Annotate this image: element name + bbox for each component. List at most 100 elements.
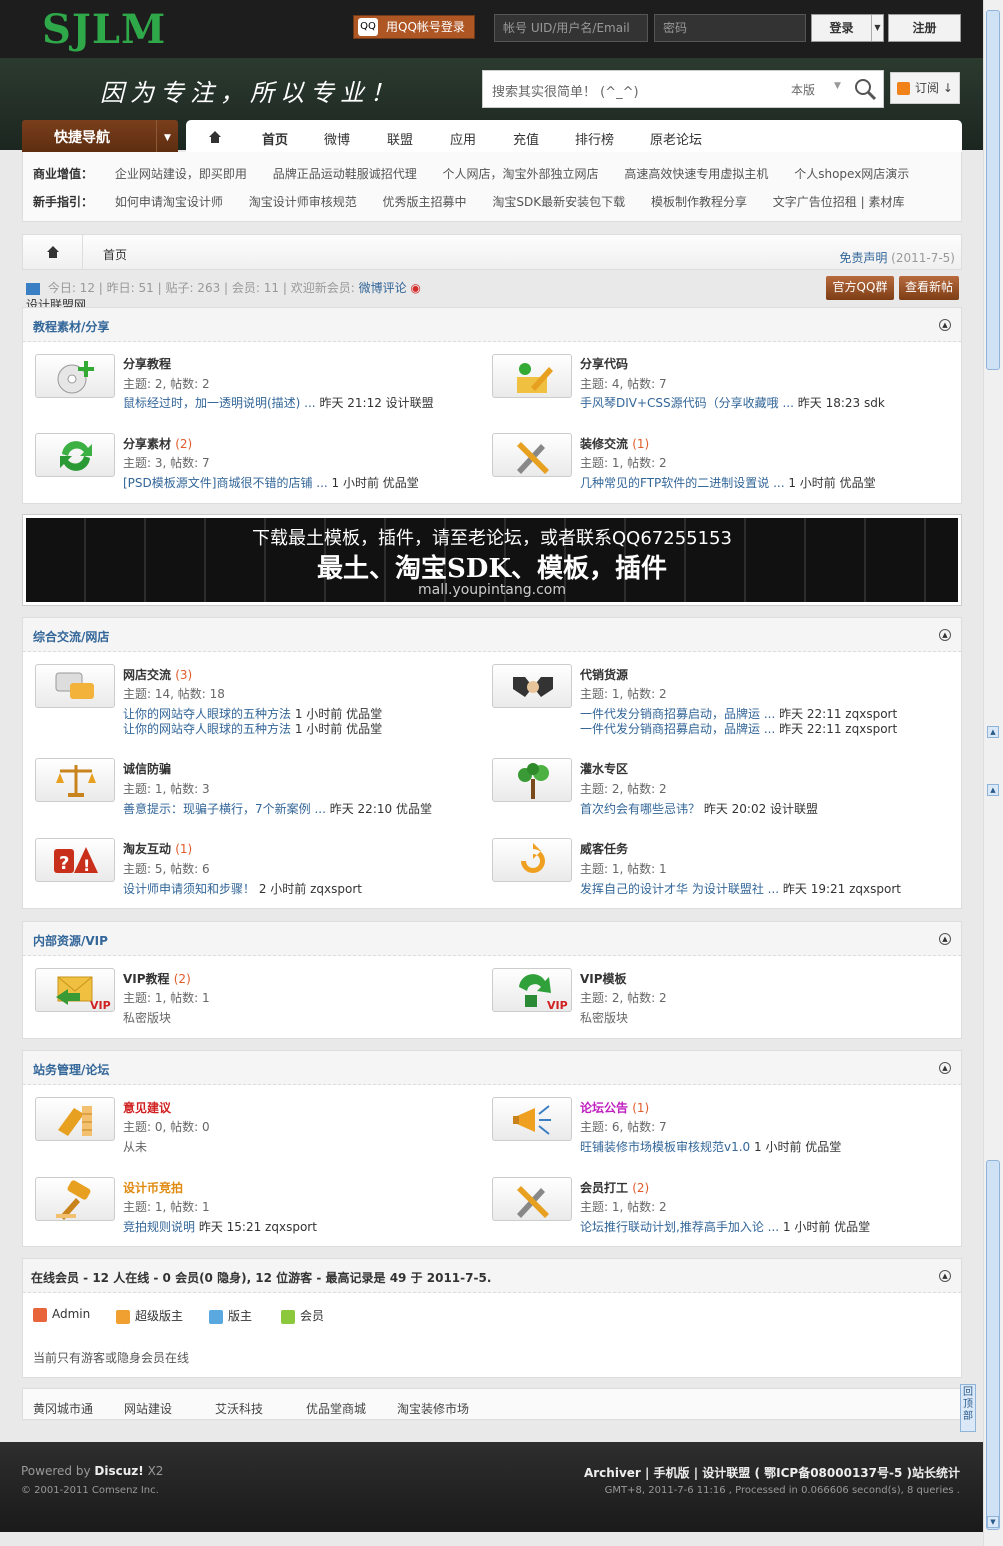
forum-name[interactable]: VIP模板: [580, 970, 627, 987]
search-input[interactable]: 搜索其实很简单！ (^_^): [492, 81, 639, 100]
forum-last-post[interactable]: 旺铺装修市场模板审核规范v1.0 1 小时前 优品堂: [580, 1138, 841, 1155]
new-member-link[interactable]: 微博评论: [359, 281, 407, 295]
subnav-link[interactable]: 企业网站建设，即买即用: [115, 167, 247, 181]
scroll-down-arrow[interactable]: ▼: [987, 1516, 999, 1528]
chevron-down-icon[interactable]: ▼: [871, 15, 883, 41]
forum-icon-tools[interactable]: [492, 1177, 572, 1221]
forum-icon-tree[interactable]: [492, 758, 572, 802]
scrollbar-thumb[interactable]: [986, 10, 1000, 370]
password-input[interactable]: 密码: [654, 14, 806, 42]
forum-last-post[interactable]: 让你的网站夺人眼球的五种方法 1 小时前 优品堂: [123, 720, 382, 737]
forum-icon-cycle[interactable]: [492, 838, 572, 882]
forum-name[interactable]: 分享素材 (2): [123, 435, 192, 452]
forum-icon-suggestion[interactable]: [35, 1097, 115, 1141]
collapse-icon[interactable]: ▲: [939, 1270, 951, 1282]
username-input[interactable]: 帐号 UID/用户名/Email: [494, 14, 648, 42]
nav-item-home[interactable]: 首页: [262, 129, 288, 148]
collapse-icon[interactable]: ▲: [939, 629, 951, 641]
forum-name[interactable]: 会员打工 (2): [580, 1179, 649, 1196]
subnav-link[interactable]: 个人网店，淘宝外部独立网店: [443, 167, 599, 181]
forum-icon-gavel[interactable]: [35, 1177, 115, 1221]
forum-name[interactable]: 淘友互动 (1): [123, 840, 192, 857]
friend-link[interactable]: 淘宝装修市场: [397, 1400, 469, 1417]
scroll-up-arrow[interactable]: ▲: [987, 726, 999, 738]
forum-name[interactable]: 论坛公告 (1): [580, 1099, 649, 1116]
forum-icon-megaphone[interactable]: [492, 1097, 572, 1141]
subnav-link[interactable]: 文字广告位招租 | 素材库: [773, 195, 905, 209]
forum-icon-vip-arrow[interactable]: VIP: [492, 968, 572, 1012]
scrollbar[interactable]: ▲ ▲ ▼: [983, 0, 1003, 1546]
forum-last-post[interactable]: 手风琴DIV+CSS源代码（分享收藏哦 ... 昨天 18:23 sdk: [580, 394, 885, 411]
forum-last-post[interactable]: 几种常见的FTP软件的二进制设置说 ... 1 小时前 优品堂: [580, 474, 876, 491]
forum-last-post[interactable]: 竞拍规则说明 昨天 15:21 zqxsport: [123, 1218, 317, 1235]
forum-name[interactable]: 分享教程: [123, 355, 171, 372]
rss-button[interactable]: 订阅 ↓: [890, 72, 960, 104]
chevron-down-icon[interactable]: ▼: [156, 120, 178, 156]
forum-name[interactable]: 网店交流 (3): [123, 666, 192, 683]
forum-icon-cd[interactable]: [35, 354, 115, 398]
nav-item-old-forum[interactable]: 原老论坛: [650, 129, 702, 148]
forum-name[interactable]: VIP教程 (2): [123, 970, 191, 987]
collapse-icon[interactable]: ▲: [939, 933, 951, 945]
subnav-link[interactable]: 淘宝设计师审核规范: [249, 195, 357, 209]
nav-item-recharge[interactable]: 充值: [513, 129, 539, 148]
forum-last-post[interactable]: 一件代发分销商招募启动，品牌运 ... 昨天 22:11 zqxsport: [580, 720, 897, 737]
nav-item-weibo[interactable]: 微博: [324, 129, 350, 148]
section-title[interactable]: 综合交流/网店: [33, 628, 109, 645]
home-icon[interactable]: [208, 130, 222, 144]
site-logo[interactable]: SJLM: [42, 6, 166, 53]
discuz-link[interactable]: Discuz!: [94, 1464, 143, 1478]
breadcrumb-current[interactable]: 首页: [103, 246, 127, 263]
section-title[interactable]: 教程素材/分享: [33, 318, 109, 335]
scrollbar-thumb[interactable]: [986, 1160, 1000, 1530]
forum-last-post[interactable]: 论坛推行联动计划,推荐高手加入论 ... 1 小时前 优品堂: [580, 1218, 870, 1235]
ad-banner[interactable]: 下载最土模板，插件，请至老论坛，或者联系QQ67255153 最土、淘宝SDK、…: [22, 514, 962, 606]
forum-last-post[interactable]: 设计师申请须知和步骤！ 2 小时前 zqxsport: [123, 880, 362, 897]
forum-icon-vip-mail[interactable]: VIP: [35, 968, 115, 1012]
subnav-link[interactable]: 个人shopex网店演示: [794, 167, 909, 181]
forum-icon-chat[interactable]: [35, 664, 115, 708]
subnav-link[interactable]: 品牌正品运动鞋服诚招代理: [273, 167, 417, 181]
forum-icon-scale[interactable]: [35, 758, 115, 802]
forum-name[interactable]: 灌水专区: [580, 760, 628, 777]
qq-login-button[interactable]: QQ 用QQ帐号登录: [353, 15, 475, 39]
friend-link[interactable]: 艾沃科技: [215, 1400, 263, 1417]
friend-link[interactable]: 优品堂商城: [306, 1400, 366, 1417]
breadcrumb-home[interactable]: [23, 235, 83, 269]
section-title[interactable]: 内部资源/VIP: [33, 932, 108, 949]
forum-name[interactable]: 威客任务: [580, 840, 628, 857]
forum-last-post[interactable]: [PSD模板源文件]商城很不错的店铺 ... 1 小时前 优品堂: [123, 474, 419, 491]
forum-icon-tools[interactable]: [492, 433, 572, 477]
forum-last-post[interactable]: 善意提示：现骗子横行，7个新案例 ... 昨天 22:10 优品堂: [123, 800, 432, 817]
forum-name[interactable]: 装修交流 (1): [580, 435, 649, 452]
qq-group-button[interactable]: 官方QQ群: [826, 276, 894, 300]
new-posts-button[interactable]: 查看新帖: [899, 276, 959, 300]
subnav-link[interactable]: 淘宝SDK最新安装包下载: [492, 195, 625, 209]
search-scope[interactable]: 本版: [791, 81, 815, 98]
back-to-top-button[interactable]: 回顶部: [960, 1384, 976, 1432]
search-icon[interactable]: [852, 76, 878, 102]
friend-link[interactable]: 黄冈城市通: [33, 1400, 93, 1417]
friend-link[interactable]: 网站建设: [124, 1400, 172, 1417]
forum-last-post[interactable]: 首次约会有哪些忌讳？ 昨天 20:02 设计联盟: [580, 800, 818, 817]
forum-name[interactable]: 诚信防骗: [123, 760, 171, 777]
forum-icon-alert[interactable]: ?!: [35, 838, 115, 882]
forum-icon-code[interactable]: [492, 354, 572, 398]
scroll-up-arrow[interactable]: ▲: [987, 784, 999, 796]
forum-name[interactable]: 分享代码: [580, 355, 628, 372]
collapse-icon[interactable]: ▲: [939, 319, 951, 331]
forum-icon-refresh[interactable]: [35, 433, 115, 477]
collapse-icon[interactable]: ▲: [939, 1062, 951, 1074]
forum-icon-handshake[interactable]: [492, 664, 572, 708]
subnav-link[interactable]: 优秀版主招募中: [383, 195, 467, 209]
chevron-down-icon[interactable]: ▼: [834, 81, 841, 91]
nav-item-apps[interactable]: 应用: [450, 129, 476, 148]
nav-item-ranking[interactable]: 排行榜: [575, 129, 614, 148]
quick-nav-button[interactable]: 快捷导航 ▼: [22, 120, 178, 156]
search-box[interactable]: 搜索其实很简单！ (^_^) 本版 ▼: [482, 70, 884, 108]
login-button[interactable]: 登录 ▼: [811, 14, 884, 42]
subnav-link[interactable]: 高速高效快速专用虚拟主机: [624, 167, 768, 181]
disclaimer-link[interactable]: 免责声明: [839, 251, 887, 265]
forum-name[interactable]: 意见建议: [123, 1099, 171, 1116]
section-title[interactable]: 站务管理/论坛: [33, 1061, 109, 1078]
